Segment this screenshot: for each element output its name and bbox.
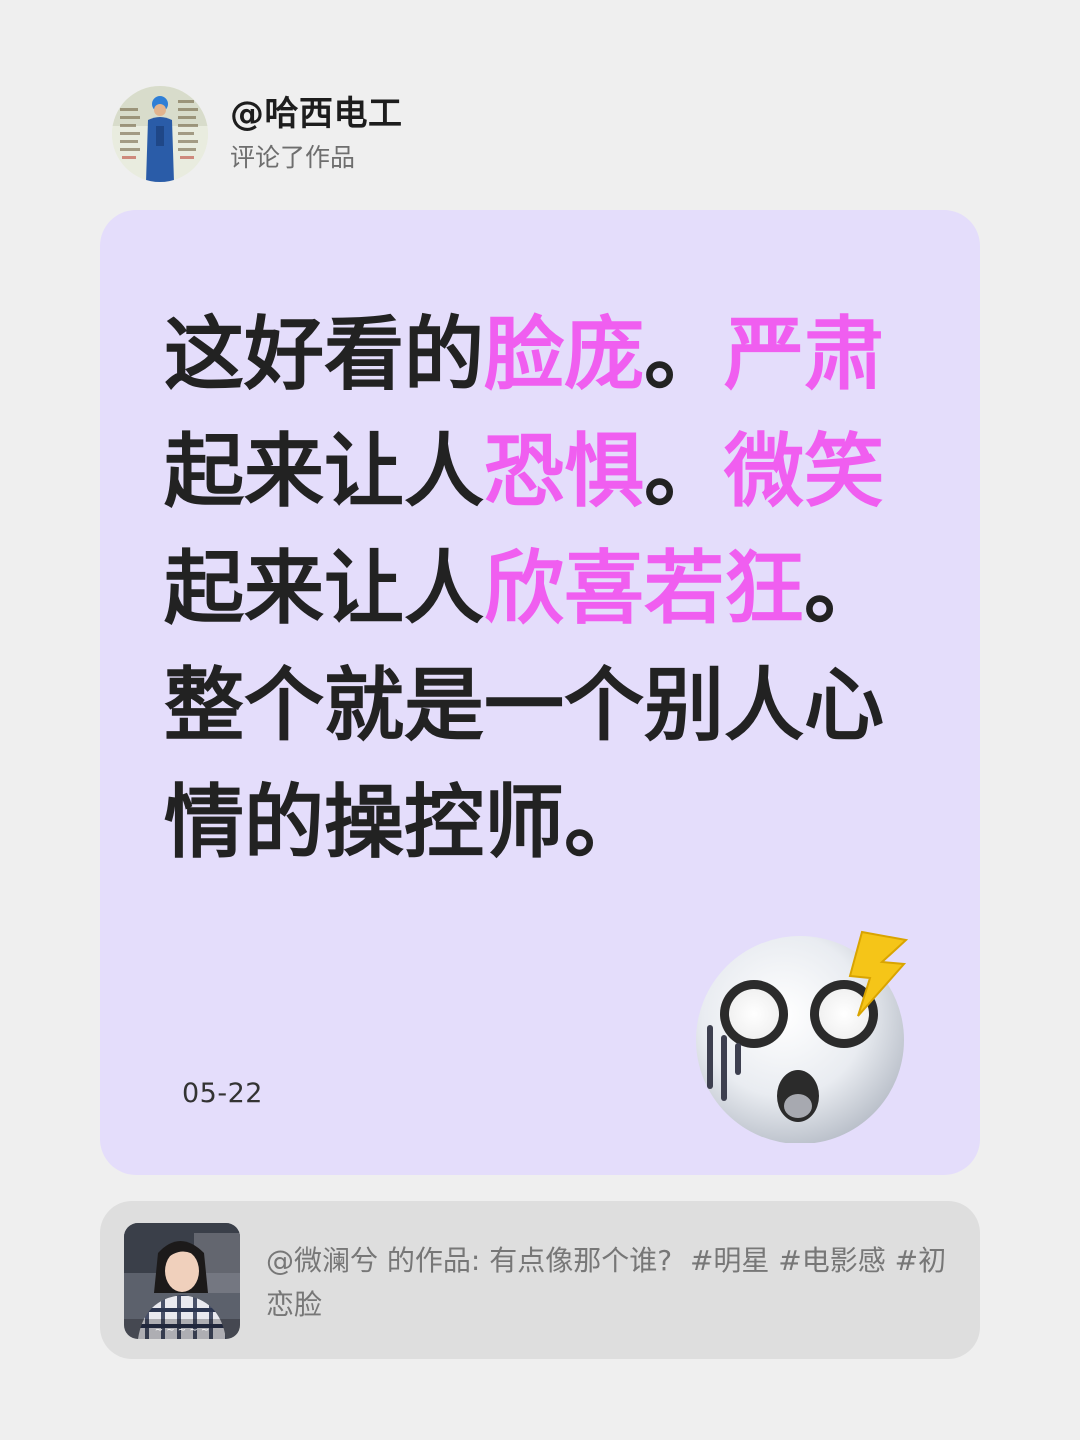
comment-action-label: 评论了作品 xyxy=(230,143,356,172)
source-author-link[interactable]: @微澜兮 xyxy=(266,1244,378,1277)
comment-segment: 。 xyxy=(644,308,724,401)
source-work-description: @微澜兮 的作品: 有点像那个谁? #明星 #电影感 #初恋脸 xyxy=(266,1239,956,1327)
source-work-card[interactable]: ~ ~ ~ ~ ~ @微澜兮 的作品: 有点像那个谁? #明星 #电影感 #初恋… xyxy=(100,1201,980,1359)
comment-segment: 起来让人 xyxy=(164,542,484,635)
comment-header: @哈西电工 评论了作品 xyxy=(112,86,403,182)
comment-segment: 。 xyxy=(644,425,724,518)
comment-highlight: 脸庞 xyxy=(484,308,644,401)
source-thumbnail[interactable]: ~ ~ ~ ~ ~ xyxy=(124,1223,240,1339)
comment-date: 05-22 xyxy=(182,1078,263,1109)
comment-highlight: 严肃 xyxy=(724,308,884,401)
comment-highlight: 欣喜若狂 xyxy=(484,542,804,635)
source-title: 有点像那个谁? xyxy=(489,1244,673,1277)
comment-highlight: 微笑 xyxy=(724,425,884,518)
comment-segment: 这好看的 xyxy=(164,308,484,401)
comment-card: 这好看的脸庞。严肃起来让人恐惧。微笑起来让人欣喜若狂。整个就是一个别人心情的操控… xyxy=(100,210,980,1175)
comment-highlight: 恐惧 xyxy=(484,425,644,518)
user-avatar[interactable] xyxy=(112,86,208,182)
commenter-username[interactable]: @哈西电工 xyxy=(230,92,403,136)
svg-text:~ ~ ~ ~ ~: ~ ~ ~ ~ ~ xyxy=(155,1325,210,1336)
video-thumbnail-icon: ~ ~ ~ ~ ~ xyxy=(124,1223,240,1339)
comment-segment: 起来让人 xyxy=(164,425,484,518)
shocked-face-emoji-icon xyxy=(696,930,909,1143)
avatar-worker-photo-icon xyxy=(112,86,208,182)
comment-text: 这好看的脸庞。严肃起来让人恐惧。微笑起来让人欣喜若狂。整个就是一个别人心情的操控… xyxy=(164,296,934,881)
source-prefix: 的作品: xyxy=(378,1244,490,1277)
